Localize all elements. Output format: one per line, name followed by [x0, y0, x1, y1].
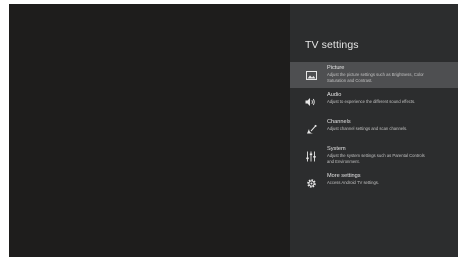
- menu-item-system[interactable]: System Adjust the system settings such a…: [290, 143, 458, 169]
- gear-icon: [305, 177, 317, 189]
- menu-item-description: Saturation and Contrast.: [327, 77, 373, 83]
- menu-item-title: More settings: [327, 173, 361, 179]
- tv-screen: TV settings Picture Adjust the picture s…: [9, 4, 458, 257]
- menu-item-description: and Environment.: [327, 158, 360, 164]
- picture-icon: [305, 69, 317, 81]
- satellite-dish-icon: [305, 123, 317, 135]
- tv-settings-panel: TV settings Picture Adjust the picture s…: [290, 4, 458, 257]
- menu-item-audio[interactable]: Audio Adjust to experience the different…: [290, 89, 458, 115]
- menu-item-picture[interactable]: Picture Adjust the picture settings such…: [290, 62, 458, 88]
- menu-item-description: Adjust to experience the different sound…: [327, 99, 416, 104]
- menu-item-channels[interactable]: Channels Adjust channel settings and sca…: [290, 116, 458, 142]
- panel-title: TV settings: [305, 39, 359, 51]
- menu-item-description: Access Android TV settings.: [327, 180, 380, 185]
- menu-item-description: Adjust channel settings and scan channel…: [327, 126, 408, 131]
- menu-item-title: System: [327, 146, 346, 152]
- menu-item-title: Channels: [327, 119, 351, 125]
- menu-item-more-settings[interactable]: More settings Access Android TV settings…: [290, 170, 458, 196]
- sliders-icon: [305, 150, 317, 162]
- speaker-icon: [305, 96, 317, 108]
- menu-item-title: Audio: [327, 92, 342, 98]
- menu-item-title: Picture: [327, 65, 345, 71]
- settings-menu: Picture Adjust the picture settings such…: [290, 62, 458, 197]
